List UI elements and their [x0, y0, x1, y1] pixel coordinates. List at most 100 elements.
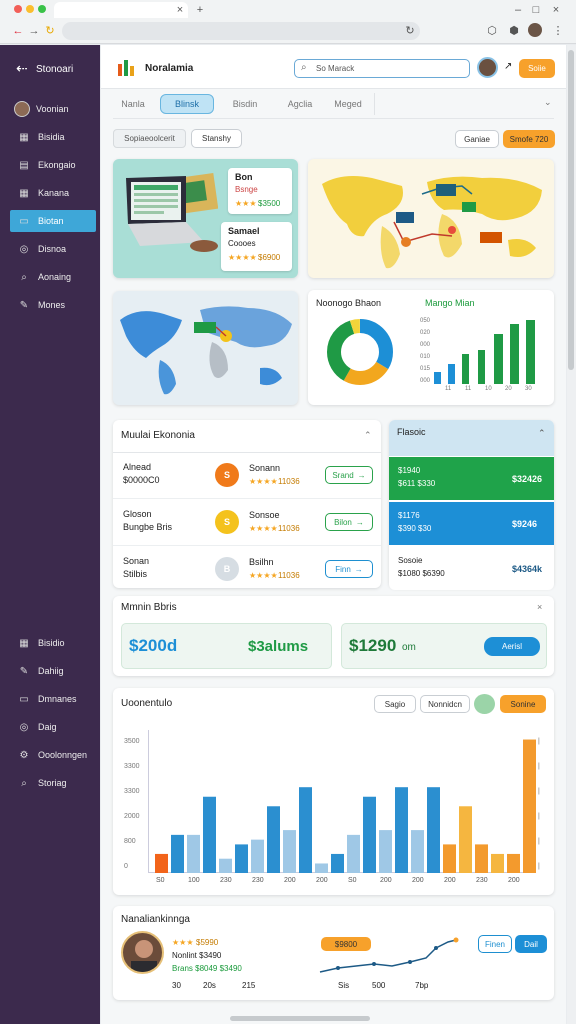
address-bar-reload-icon[interactable]: ↻	[402, 24, 418, 38]
bar[interactable]	[267, 806, 280, 873]
forward-icon[interactable]: →	[26, 24, 42, 38]
bar[interactable]	[379, 830, 392, 873]
bar[interactable]	[283, 830, 296, 873]
tab-close-icon[interactable]: ×	[172, 3, 188, 17]
bar[interactable]	[443, 844, 456, 873]
filter-chip-secondary[interactable]: Stanshy	[191, 129, 242, 148]
divider	[113, 452, 381, 453]
bar[interactable]	[411, 830, 424, 873]
laptop-illustration	[118, 172, 219, 272]
bar-y-right-tick: |	[538, 763, 540, 770]
close-window-icon[interactable]	[14, 5, 22, 13]
chart-filter-button-1[interactable]: Sagio	[374, 695, 416, 713]
chart-toggle-icon[interactable]	[474, 694, 495, 714]
address-bar[interactable]	[62, 22, 420, 40]
collapse-icon[interactable]: ⌃	[538, 428, 546, 439]
bar[interactable]	[347, 834, 360, 873]
chart-filter-button-2[interactable]: Nonnidcn	[420, 695, 470, 713]
bar[interactable]	[251, 839, 264, 873]
new-tab-icon[interactable]: +	[192, 3, 208, 17]
filter-chip-accent[interactable]: Smofe 720	[503, 130, 555, 148]
sidebar-item-storiag[interactable]: ⌕ Storiag	[10, 772, 96, 794]
maximize-window-icon[interactable]	[38, 5, 46, 13]
window-minimize-icon[interactable]: –	[510, 3, 526, 17]
bottom-button-2[interactable]: Dail	[515, 935, 547, 953]
browser-tab[interactable]	[54, 2, 188, 18]
product-action-button[interactable]: Bilon →	[325, 513, 373, 531]
bottom-x-3: 215	[242, 981, 256, 990]
bar[interactable]	[363, 796, 376, 873]
notification-icon[interactable]: ↗	[504, 61, 512, 72]
bar[interactable]	[155, 853, 168, 873]
minimize-window-icon[interactable]	[26, 5, 34, 13]
bar-x-tick: 200	[316, 877, 328, 884]
pen-icon: ✎	[19, 299, 29, 311]
sidebar-back-icon[interactable]: ⇠	[16, 60, 28, 77]
bar[interactable]	[491, 853, 504, 873]
sidebar-item-mones[interactable]: ✎ Mones	[10, 294, 96, 316]
sidebar-item-bisidia[interactable]: ▦ Bisidia	[10, 126, 96, 148]
sidebar-item-disnoa[interactable]: ◎ Disnoa	[10, 238, 96, 260]
profile-avatar[interactable]	[528, 23, 542, 37]
sidebar-item-voonian[interactable]: Voonian	[10, 98, 96, 120]
sidebar-item-dahiig[interactable]: ✎ Dahiig	[10, 660, 96, 682]
bar[interactable]	[427, 787, 440, 873]
summary-value-1: $200d	[129, 636, 178, 655]
sidebar-item-ekongaio[interactable]: ▤ Ekongaio	[10, 154, 96, 176]
sidebar-item-bisidio[interactable]: ▦ Bisidio	[10, 632, 96, 654]
window-close-icon[interactable]: ×	[548, 3, 564, 17]
bar[interactable]	[235, 844, 248, 873]
bar[interactable]	[219, 858, 232, 873]
summary-action-button[interactable]: Aerisl	[484, 637, 540, 656]
product-action-button[interactable]: Srand →	[325, 466, 373, 484]
sidebar-item-biotan[interactable]: ▭ Biotan	[10, 210, 96, 232]
sidebar-item-ooolonngen[interactable]: ⚙ Ooolonngen	[10, 744, 96, 766]
tab-nanla[interactable]: Nanla	[113, 94, 153, 114]
bar[interactable]	[315, 863, 328, 873]
filter-chip-left[interactable]: Sopiaeoolcerit	[113, 129, 186, 148]
tab-blinsk[interactable]: Blinsk	[160, 94, 214, 114]
bar[interactable]	[331, 853, 344, 873]
extension-icon[interactable]: ⬡	[484, 24, 500, 38]
bar[interactable]	[475, 844, 488, 873]
window-restore-icon[interactable]: □	[528, 3, 544, 17]
product-icon: B	[215, 557, 239, 581]
product-action-button[interactable]: Finn →	[325, 560, 373, 578]
menu-icon[interactable]: ⋮	[550, 24, 566, 38]
bar[interactable]	[203, 796, 216, 873]
close-icon[interactable]: ×	[537, 602, 542, 612]
finance-row-top: $1176	[398, 511, 420, 520]
tab-bisdin[interactable]: Bisdin	[222, 94, 268, 114]
bar[interactable]	[171, 834, 184, 873]
sidebar-item-dmnanes[interactable]: ▭ Dmnanes	[10, 688, 96, 710]
tab-separator	[374, 93, 375, 115]
sidebar-item-daig[interactable]: ◎ Daig	[10, 716, 96, 738]
reload-icon[interactable]: ↻	[42, 24, 58, 38]
bar[interactable]	[507, 853, 520, 873]
bar[interactable]	[299, 787, 312, 873]
sidebar-item-aonaing[interactable]: ⌕ Aonaing	[10, 266, 96, 288]
tab-meged[interactable]: Meged	[320, 94, 376, 114]
header-action-button[interactable]: Soiie	[519, 59, 555, 78]
bottom-card-title: Nanaliankinnga	[121, 914, 190, 925]
product-meta: 11036	[278, 571, 300, 580]
chevron-down-icon[interactable]: ⌄	[544, 97, 552, 108]
collapse-icon[interactable]: ⌃	[364, 430, 372, 441]
filter-chip-right[interactable]: Ganiae	[455, 130, 499, 148]
user-avatar[interactable]	[477, 57, 498, 78]
products-card-title: Muulai Ekononia	[121, 430, 195, 441]
chart-filter-button-3[interactable]: Sonine	[500, 695, 546, 713]
horizontal-scrollbar[interactable]	[230, 1016, 370, 1021]
scrollbar-thumb[interactable]	[568, 50, 574, 370]
bar[interactable]	[395, 787, 408, 873]
bar[interactable]	[459, 806, 472, 873]
bar[interactable]	[187, 834, 200, 873]
bar[interactable]	[523, 739, 536, 873]
finance-row-left: $611 $330	[398, 479, 436, 488]
back-icon[interactable]: ←	[10, 24, 26, 38]
promo-item-title: Bon	[235, 172, 253, 182]
bottom-button-1[interactable]: Finen	[478, 935, 512, 953]
sidebar-item-kanana[interactable]: ▦ Kanana	[10, 182, 96, 204]
tab-agclia[interactable]: Agclia	[280, 94, 320, 114]
puzzle-icon[interactable]: ⬢	[506, 24, 522, 38]
